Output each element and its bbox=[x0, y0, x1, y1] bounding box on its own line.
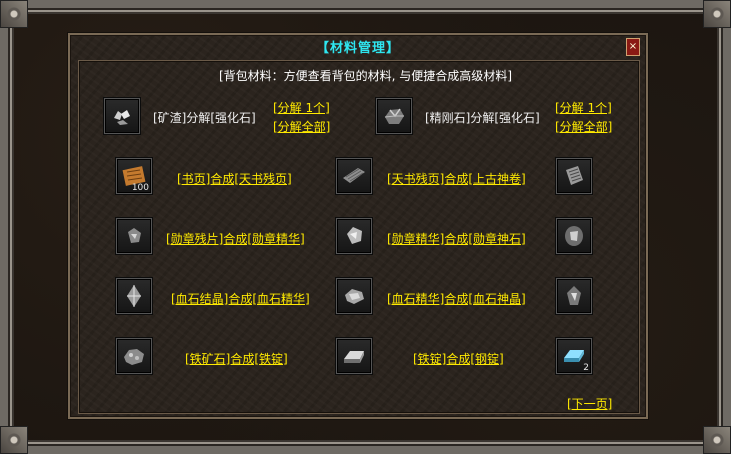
decompose-one-slag-link[interactable]: [分解 1个] bbox=[273, 99, 330, 116]
craft-blood-essence-link[interactable]: [血石精华]合成[血石神晶] bbox=[387, 290, 526, 307]
blood-crystal-slot[interactable] bbox=[116, 278, 152, 314]
medal-stone-icon bbox=[565, 226, 583, 246]
craft-medal-shard-link[interactable]: [勋章残片]合成[勋章精华] bbox=[166, 230, 305, 247]
scroll-fragment-slot[interactable] bbox=[336, 158, 372, 194]
medal-essence-slot[interactable] bbox=[336, 218, 372, 254]
blood-god-crystal-slot[interactable] bbox=[556, 278, 592, 314]
blood-essence-slot[interactable] bbox=[336, 278, 372, 314]
decompose-all-slag-link[interactable]: [分解全部] bbox=[273, 118, 330, 135]
decompose-label-diamond: [精刚石]分解[强化石] bbox=[425, 111, 540, 125]
blood-essence-icon bbox=[345, 289, 364, 304]
blood-crystal-icon bbox=[127, 285, 141, 307]
steel-ingot-count: 2 bbox=[583, 363, 589, 373]
medal-shard-icon bbox=[128, 228, 141, 243]
ancient-scroll-icon bbox=[566, 166, 583, 185]
medal-shard-slot[interactable] bbox=[116, 218, 152, 254]
game-stage: 【材料管理】 × [背包材料：方便查看背包的材料, 与便捷合成高级材料] [矿渣… bbox=[0, 0, 731, 454]
decompose-one-diamond-link[interactable]: [分解 1个] bbox=[555, 99, 612, 116]
iron-ore-icon bbox=[124, 349, 144, 365]
ancient-scroll-slot[interactable] bbox=[556, 158, 592, 194]
book-page-slot[interactable]: 100 bbox=[116, 158, 152, 194]
craft-blood-crystal-link[interactable]: [血石结晶]合成[血石精华] bbox=[171, 290, 310, 307]
scroll-fragment-icon bbox=[343, 168, 365, 183]
ore-slag-icon bbox=[114, 110, 130, 125]
iron-ore-slot[interactable] bbox=[116, 338, 152, 374]
corner-ornament bbox=[0, 426, 28, 454]
next-page-link[interactable]: [下一页] bbox=[567, 395, 612, 412]
corner-ornament bbox=[0, 0, 28, 28]
iron-ingot-slot[interactable] bbox=[336, 338, 372, 374]
craft-medal-essence-link[interactable]: [勋章精华]合成[勋章神石] bbox=[387, 230, 526, 247]
iron-ingot-icon bbox=[344, 351, 364, 363]
ore-slag-slot[interactable] bbox=[104, 98, 140, 134]
steel-ingot-slot[interactable]: 2 bbox=[556, 338, 592, 374]
corner-ornament bbox=[703, 426, 731, 454]
medal-essence-icon bbox=[347, 227, 362, 244]
panel-title: 【材料管理】 bbox=[315, 41, 400, 56]
corner-ornament bbox=[703, 0, 731, 28]
craft-scroll-fragment-link[interactable]: [天书残页]合成[上古神卷] bbox=[387, 170, 526, 187]
blood-god-crystal-icon bbox=[567, 286, 581, 305]
close-button[interactable]: × bbox=[626, 38, 640, 56]
decompose-label-slag: [矿渣]分解[强化石] bbox=[153, 111, 256, 125]
diamond-ore-icon bbox=[384, 108, 404, 124]
medal-stone-slot[interactable] bbox=[556, 218, 592, 254]
decompose-all-diamond-link[interactable]: [分解全部] bbox=[555, 118, 612, 135]
book-page-count: 100 bbox=[131, 183, 149, 193]
craft-book-page-link[interactable]: [书页]合成[天书残页] bbox=[177, 170, 292, 187]
craft-iron-ingot-link[interactable]: [铁锭]合成[钢锭] bbox=[413, 350, 504, 367]
craft-iron-ore-link[interactable]: [铁矿石]合成[铁锭] bbox=[185, 350, 288, 367]
header-description: [背包材料：方便查看背包的材料, 与便捷合成高级材料] bbox=[219, 69, 512, 83]
diamond-ore-slot[interactable] bbox=[376, 98, 412, 134]
